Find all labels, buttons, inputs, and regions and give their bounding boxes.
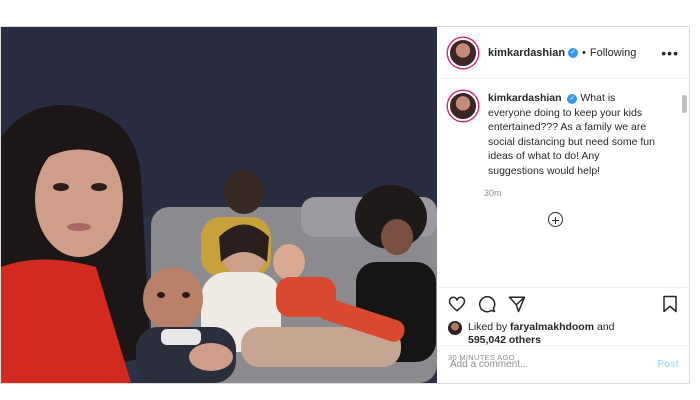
post-button[interactable]: Post — [657, 359, 679, 370]
liker-username[interactable]: faryalmakhdoom — [510, 321, 594, 333]
plus-circle-icon[interactable]: + — [548, 212, 563, 227]
bookmark-icon[interactable] — [661, 295, 679, 313]
more-options-icon[interactable]: ••• — [661, 45, 679, 61]
share-icon[interactable] — [508, 295, 526, 313]
liker-avatar[interactable] — [448, 321, 462, 335]
caption-text: kimkardashian ✓ What is everyone doing t… — [488, 91, 658, 178]
author-username[interactable]: kimkardashian — [488, 47, 565, 59]
caption-time: 30m — [484, 188, 502, 198]
action-bar — [438, 287, 689, 319]
author-avatar[interactable] — [448, 37, 478, 68]
comment-form: Post — [438, 345, 689, 383]
post-modal: kimkardashian ✓ • Following ••• kimkarda… — [0, 26, 690, 384]
verified-badge-icon: ✓ — [568, 47, 579, 58]
header-separator: • — [582, 46, 586, 59]
post-header: kimkardashian ✓ • Following ••• — [438, 27, 689, 79]
family-photo-illustration — [1, 27, 437, 383]
comment-input[interactable] — [448, 358, 658, 371]
caption-author-avatar[interactable] — [448, 91, 478, 121]
comment-icon[interactable] — [478, 295, 496, 313]
caption-username[interactable]: kimkardashian — [488, 92, 562, 104]
caption-row: kimkardashian ✓ What is everyone doing t… — [448, 91, 679, 178]
post-side-panel: kimkardashian ✓ • Following ••• kimkarda… — [438, 27, 689, 383]
caption-verified-badge-icon: ✓ — [567, 94, 578, 104]
following-button[interactable]: Following — [590, 47, 636, 59]
likes-prefix: Liked by — [468, 321, 508, 333]
likes-summary: Liked by faryalmakhdoom and 595,042 othe… — [438, 319, 689, 347]
heart-icon[interactable] — [448, 295, 466, 313]
post-photo[interactable] — [1, 27, 437, 383]
likes-and: and — [596, 321, 615, 333]
comments-scrollbar[interactable] — [682, 95, 687, 113]
likes-text: Liked by faryalmakhdoom and 595,042 othe… — [468, 321, 615, 347]
caption-body: What is everyone doing to keep your kids… — [488, 92, 655, 177]
comments-section: kimkardashian ✓ What is everyone doing t… — [438, 79, 689, 287]
